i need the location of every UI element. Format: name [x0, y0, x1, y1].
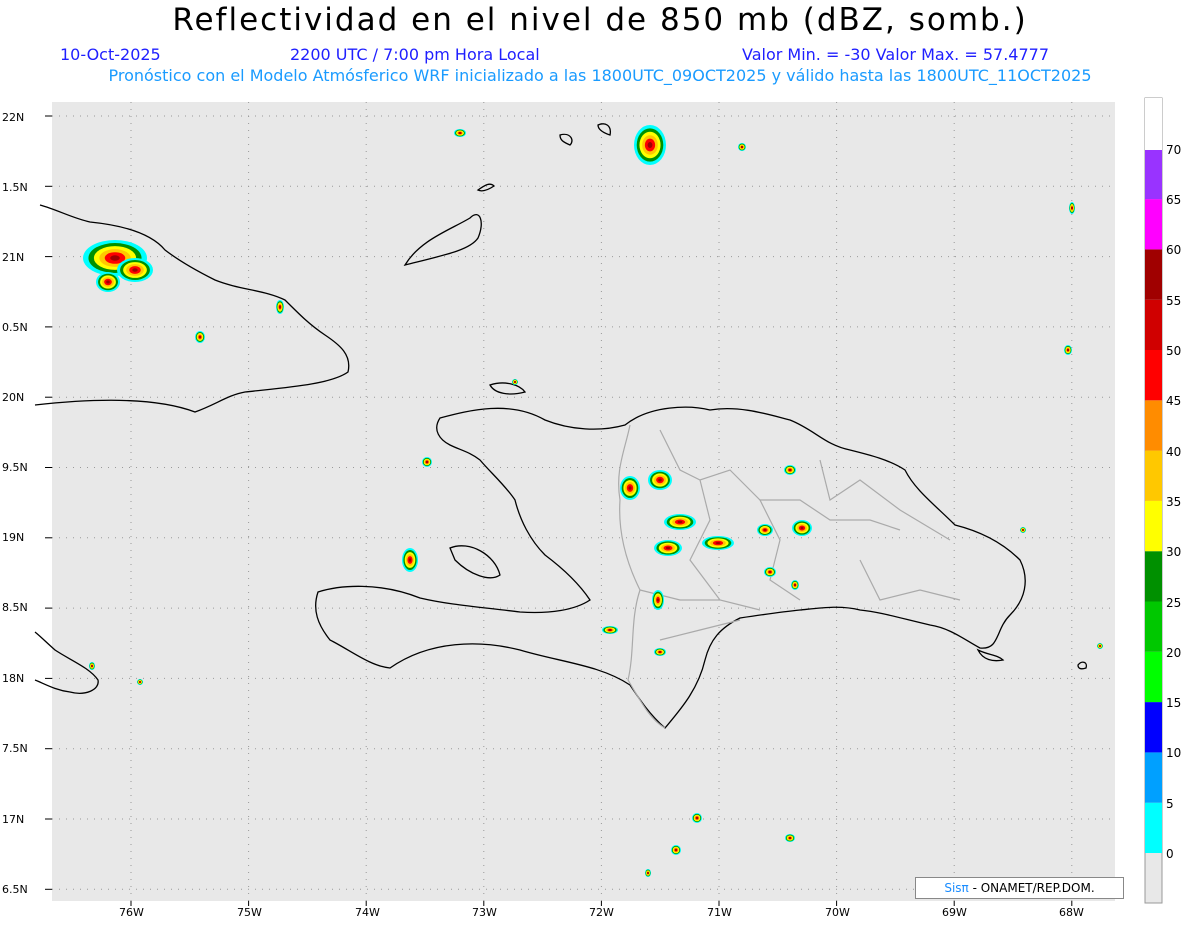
colorbar-swatch: [1145, 450, 1162, 501]
reflectivity-cell: [657, 598, 659, 602]
lat-label: 0.5N: [2, 321, 28, 334]
reflectivity-cell: [800, 526, 804, 530]
colorbar-label: 25: [1166, 595, 1182, 610]
reflectivity-cell: [1022, 529, 1024, 531]
reflectivity-cell: [769, 571, 771, 573]
reflectivity-cell: [647, 142, 653, 148]
colorbar-swatch: [1145, 601, 1162, 652]
reflectivity-cell: [696, 817, 698, 819]
colorbar-label: 0: [1166, 847, 1174, 861]
reflectivity-cell: [647, 872, 649, 874]
sispi-logo: Sisπ: [944, 881, 969, 895]
colorbar-label: 70: [1166, 142, 1182, 157]
lat-label: 8.5N: [2, 601, 28, 614]
lat-label: 18N: [2, 672, 24, 685]
colorbar-label: 45: [1166, 394, 1182, 409]
lon-label: 68W: [1059, 906, 1084, 919]
colorbar-label: 65: [1166, 193, 1182, 208]
map-panel: [52, 102, 1115, 901]
reflectivity-cell: [1071, 207, 1073, 209]
colorbar-swatch: [1145, 651, 1162, 703]
colorbar-label: 40: [1166, 444, 1182, 459]
reflectivity-cell: [658, 478, 662, 482]
reflectivity-cell: [132, 268, 138, 272]
reflectivity-cell: [715, 541, 721, 545]
colorbar-label: 35: [1166, 494, 1182, 509]
colorbar-swatch: [1145, 802, 1162, 853]
colorbar-label: 50: [1166, 344, 1182, 358]
lat-label: 19N: [2, 531, 24, 544]
lat-label: 22N: [2, 111, 24, 124]
reflectivity-cell: [106, 280, 110, 284]
reflectivity-cell: [675, 849, 677, 851]
reflectivity-cell: [1099, 645, 1101, 647]
lat-label: 17N: [2, 813, 24, 826]
reflectivity-cell: [741, 146, 743, 148]
credit-box: Sisπ - ONAMET/REP.DOM.: [915, 877, 1124, 899]
colorbar-label: 10: [1166, 746, 1182, 761]
colorbar-label: 30: [1166, 545, 1182, 560]
reflectivity-cell: [279, 305, 281, 309]
colorbar-swatch: [1145, 551, 1162, 602]
reflectivity-cell: [608, 629, 612, 631]
reflectivity-cell: [665, 546, 671, 550]
lon-label: 75W: [237, 906, 262, 919]
reflectivity-cell: [789, 469, 791, 471]
reflectivity-cell: [459, 132, 461, 134]
reflectivity-cell: [514, 381, 516, 383]
reflectivity-cell: [426, 461, 428, 463]
reflectivity-cell: [789, 837, 791, 839]
reflectivity-cell: [677, 520, 683, 524]
lat-label: 7.5N: [2, 742, 28, 755]
lat-label: 9.5N: [2, 461, 28, 474]
colorbar-label: 5: [1166, 796, 1174, 811]
reflectivity-cell: [110, 255, 120, 261]
lat-label: 1.5N: [2, 181, 28, 194]
colorbar-swatch: [1145, 400, 1162, 451]
lon-label: 76W: [119, 906, 144, 919]
colorbar-label: 55: [1166, 293, 1182, 308]
lon-label: 72W: [589, 906, 614, 919]
colorbar-swatch: [1145, 148, 1162, 200]
reflectivity-cell: [659, 651, 661, 653]
reflectivity-cell: [139, 681, 141, 683]
lat-label: 21N: [2, 251, 24, 264]
reflectivity-cell: [408, 558, 412, 562]
lon-label: 70W: [825, 906, 850, 919]
reflectivity-cell: [91, 665, 93, 667]
colorbar-label: 15: [1166, 696, 1182, 711]
lat-label: 20N: [2, 391, 24, 404]
reflectivity-cell: [1067, 349, 1069, 351]
reflectivity-cell: [199, 336, 201, 338]
reflectivity-cell: [794, 584, 796, 586]
colorbar: [1144, 97, 1163, 904]
lon-label: 74W: [355, 906, 380, 919]
colorbar-top-swatch: [1145, 98, 1162, 150]
colorbar-swatch: [1145, 752, 1162, 803]
colorbar-swatch: [1145, 199, 1162, 250]
colorbar-label: 20: [1166, 645, 1182, 660]
colorbar-swatch: [1145, 299, 1162, 350]
colorbar-swatch: [1145, 702, 1162, 753]
reflectivity-cell: [763, 529, 767, 531]
lon-label: 69W: [942, 906, 967, 919]
colorbar-swatch: [1145, 249, 1162, 300]
colorbar-swatch: [1145, 350, 1162, 401]
lat-label: 6.5N: [2, 883, 28, 896]
reflectivity-cell: [628, 486, 632, 490]
colorbar-label: 60: [1166, 243, 1182, 258]
lon-label: 73W: [472, 906, 497, 919]
reflectivity-map: 22N 1.5N 21N 0.5N 20N 9.5N 19N 8.5N 18N …: [2, 97, 1163, 919]
credit-text: - ONAMET/REP.DOM.: [968, 881, 1095, 895]
lon-label: 71W: [707, 906, 732, 919]
colorbar-swatch: [1145, 500, 1162, 552]
